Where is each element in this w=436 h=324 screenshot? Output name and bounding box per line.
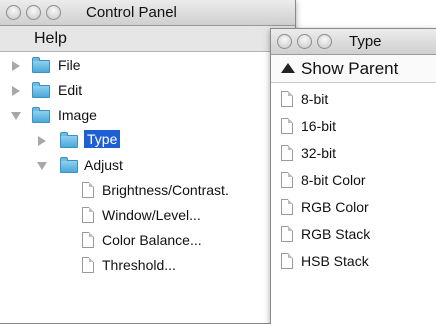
tree-item-label: Window/Level... bbox=[102, 207, 201, 223]
type-window-titlebar[interactable]: Type bbox=[271, 29, 436, 55]
tree-item-label: Adjust bbox=[84, 157, 123, 173]
list-item[interactable]: 32-bit bbox=[271, 139, 436, 166]
zoom-window-icon[interactable] bbox=[46, 5, 61, 20]
list-item-label: 16-bit bbox=[301, 117, 337, 134]
close-window-icon[interactable] bbox=[277, 34, 292, 49]
type-list: 8-bit 16-bit 32-bit 8-bit Color RGB Colo… bbox=[271, 83, 436, 274]
document-icon bbox=[281, 225, 293, 242]
close-window-icon[interactable] bbox=[6, 5, 21, 20]
document-icon bbox=[281, 252, 293, 269]
document-icon bbox=[82, 207, 94, 223]
folder-icon bbox=[32, 82, 50, 98]
tree-item-label: Image bbox=[58, 107, 97, 123]
document-icon bbox=[82, 232, 94, 248]
tree-item-brightness-contrast[interactable]: Brightness/Contrast. bbox=[0, 179, 270, 203]
window-title: Type bbox=[349, 33, 382, 50]
minimize-window-icon[interactable] bbox=[297, 34, 312, 49]
document-icon bbox=[82, 182, 94, 198]
control-panel-window: Control Panel Help File Edit Image Type bbox=[0, 0, 296, 324]
menu-bar: Help bbox=[0, 26, 295, 52]
folder-icon bbox=[32, 107, 50, 123]
list-item-label: HSB Stack bbox=[301, 252, 369, 269]
tree-item-window-level[interactable]: Window/Level... bbox=[0, 204, 270, 228]
tree-item-type[interactable]: Type bbox=[0, 129, 270, 153]
list-item-label: RGB Stack bbox=[301, 225, 371, 242]
document-icon bbox=[281, 117, 293, 134]
show-parent-label: Show Parent bbox=[301, 58, 399, 78]
tree-item-label: Threshold... bbox=[102, 257, 176, 273]
folder-icon bbox=[32, 57, 50, 73]
document-icon bbox=[82, 257, 94, 273]
control-panel-titlebar[interactable]: Control Panel bbox=[0, 0, 295, 26]
show-parent-button[interactable]: Show Parent bbox=[271, 55, 436, 83]
disclosure-triangle-icon[interactable] bbox=[12, 86, 20, 96]
tree-item-image[interactable]: Image bbox=[0, 104, 270, 128]
tree-item-label: Brightness/Contrast. bbox=[102, 182, 229, 198]
tree-item-label: Edit bbox=[58, 82, 83, 98]
menu-help[interactable]: Help bbox=[34, 30, 67, 48]
tree-item-color-balance[interactable]: Color Balance... bbox=[0, 229, 270, 253]
tree-item-threshold[interactable]: Threshold... bbox=[0, 254, 270, 278]
tree-item-label: Color Balance... bbox=[102, 232, 202, 248]
list-item-label: 32-bit bbox=[301, 144, 337, 161]
list-item[interactable]: RGB Color bbox=[271, 193, 436, 220]
tree-item-edit[interactable]: Edit bbox=[0, 79, 270, 103]
tree-item-label: Type bbox=[84, 130, 121, 148]
list-item[interactable]: HSB Stack bbox=[271, 247, 436, 274]
disclosure-triangle-icon[interactable] bbox=[11, 112, 21, 120]
disclosure-triangle-icon[interactable] bbox=[38, 136, 46, 146]
list-item-label: 8-bit Color bbox=[301, 171, 366, 188]
tree-item-adjust[interactable]: Adjust bbox=[0, 154, 270, 178]
folder-icon bbox=[60, 132, 78, 148]
minimize-window-icon[interactable] bbox=[26, 5, 41, 20]
document-icon bbox=[281, 144, 293, 161]
list-item[interactable]: 8-bit bbox=[271, 85, 436, 112]
document-icon bbox=[281, 171, 293, 188]
type-window: Type Show Parent 8-bit 16-bit 32-bit 8-b… bbox=[270, 28, 436, 324]
tree-item-label: File bbox=[58, 57, 81, 73]
up-triangle-icon bbox=[281, 62, 295, 73]
folder-icon bbox=[60, 157, 78, 173]
document-icon bbox=[281, 198, 293, 215]
window-title: Control Panel bbox=[86, 4, 177, 21]
disclosure-triangle-icon[interactable] bbox=[12, 61, 20, 71]
tree-item-file[interactable]: File bbox=[0, 54, 270, 78]
list-item-label: 8-bit bbox=[301, 90, 329, 107]
list-item-label: RGB Color bbox=[301, 198, 369, 215]
list-item[interactable]: 16-bit bbox=[271, 112, 436, 139]
list-item[interactable]: 8-bit Color bbox=[271, 166, 436, 193]
zoom-window-icon[interactable] bbox=[317, 34, 332, 49]
list-item[interactable]: RGB Stack bbox=[271, 220, 436, 247]
disclosure-triangle-icon[interactable] bbox=[37, 162, 47, 170]
document-icon bbox=[281, 90, 293, 107]
